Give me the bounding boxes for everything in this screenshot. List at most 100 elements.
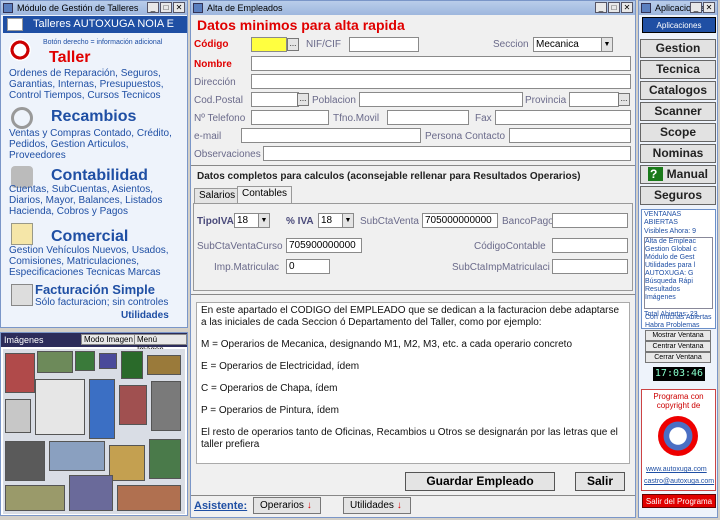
provincia-lookup-button[interactable]: ... xyxy=(618,93,630,106)
ventana-item[interactable]: Gestion Global c xyxy=(645,246,712,254)
salir-programa-button[interactable]: Salir del Programa xyxy=(642,494,716,508)
app-button-manual[interactable]: ? Manual xyxy=(640,165,716,184)
app-button-gestion[interactable]: Gestion xyxy=(640,39,716,58)
tfno-movil-field[interactable] xyxy=(387,110,469,125)
ventana-item[interactable]: Alta de Empleac xyxy=(645,238,712,246)
tipo-iva-label: TipoIVA xyxy=(197,216,234,227)
observaciones-field[interactable] xyxy=(263,146,631,161)
app-button-label: Seguros xyxy=(653,188,702,202)
ventana-item[interactable]: Módulo de Gest xyxy=(645,254,712,262)
app-button-catalogos[interactable]: Catalogos xyxy=(640,81,716,100)
close-button[interactable]: ✕ xyxy=(621,2,633,13)
pct-iva-select[interactable]: 18 ▼ xyxy=(318,213,354,228)
tipo-iva-select[interactable]: 18 ▼ xyxy=(234,213,270,228)
minimize-button[interactable]: _ xyxy=(147,2,159,13)
operarios-button[interactable]: Operarios ↓ xyxy=(253,497,321,514)
seccion-select[interactable]: Mecanica ▼ xyxy=(533,37,613,52)
cerrar-ventana-button[interactable]: Cerrar Ventana xyxy=(645,352,711,363)
ventana-item[interactable]: Búsqueda Rápi xyxy=(645,278,712,286)
mostrar-ventana-button[interactable]: Mostrar Ventana xyxy=(645,330,711,341)
app-button-scope[interactable]: Scope xyxy=(640,123,716,142)
fax-label: Fax xyxy=(475,113,492,124)
telefono-field[interactable] xyxy=(251,110,329,125)
utilidades-button[interactable]: Utilidades ↓ xyxy=(343,497,411,514)
section-taller-text[interactable]: Ordenes de Reparación, Seguros, Garantia… xyxy=(9,68,187,101)
section-contabilidad-title[interactable]: Contabilidad xyxy=(51,167,148,185)
seccion-label: Seccion xyxy=(493,39,529,50)
email-label: e-mail xyxy=(194,131,222,142)
nif-field[interactable] xyxy=(349,37,419,52)
close-button[interactable]: ✕ xyxy=(173,2,185,13)
close-button[interactable]: ✕ xyxy=(703,2,715,13)
persona-contacto-field[interactable] xyxy=(509,128,631,143)
ventana-item[interactable]: Resultados xyxy=(645,286,712,294)
app-button-label: Scanner xyxy=(654,104,702,118)
banco-pago-field[interactable] xyxy=(552,213,628,228)
app-button-scanner[interactable]: Scanner xyxy=(640,102,716,121)
tab-salarios[interactable]: Salarios xyxy=(194,188,241,203)
app-icon xyxy=(641,3,651,13)
codigo-contable-field[interactable] xyxy=(552,238,628,253)
menu-imagen-button[interactable]: Menú Imágen xyxy=(134,334,187,354)
centrar-ventana-button[interactable]: Centrar Ventana xyxy=(645,341,711,352)
section-comercial-title[interactable]: Comercial xyxy=(51,228,128,246)
taller-selector[interactable]: Talleres AUTOXUGA NOIA E xyxy=(3,16,187,33)
ventana-item[interactable]: AUTOXUGA: G xyxy=(645,270,712,278)
section-facturacion-text[interactable]: Sólo facturacion; sin controles xyxy=(35,297,168,308)
app-button-nominas[interactable]: Nominas xyxy=(640,144,716,163)
subcta-venta-curso-field[interactable]: 705900000000 xyxy=(286,238,362,253)
codigo-lookup-button[interactable]: ... xyxy=(287,38,299,51)
utilidades-link[interactable]: Utilidades xyxy=(121,310,169,321)
gear-icon xyxy=(11,107,33,129)
provincia-label: Provincia xyxy=(525,95,567,106)
save-employee-button[interactable]: Guardar Empleado xyxy=(405,472,555,491)
subcta-venta-curso-label: SubCtaVentaCurso xyxy=(197,241,283,252)
cod-postal-field[interactable] xyxy=(251,92,299,107)
nombre-field[interactable] xyxy=(251,56,631,71)
ventana-item[interactable]: Utilidades para l xyxy=(645,262,712,270)
section-recambios-title[interactable]: Recambios xyxy=(51,108,136,126)
modo-imagen-button[interactable]: Modo Imagen xyxy=(81,334,136,345)
app-button-label: Tecnica xyxy=(656,62,700,76)
web-link[interactable]: www.autoxuga.com xyxy=(646,466,707,474)
right-titlebar: Aplicaciones _ ✕ xyxy=(639,1,717,15)
cod-postal-lookup-button[interactable]: ... xyxy=(297,93,309,106)
section-recambios-text[interactable]: Ventas y Compras Contado, Crédito, Pedid… xyxy=(9,128,187,161)
subcta-venta-field[interactable]: 705000000000 xyxy=(422,213,498,228)
codigo-field[interactable] xyxy=(251,37,287,52)
clock-icon xyxy=(9,39,31,61)
section-taller-title[interactable]: Taller xyxy=(49,49,91,67)
tab-contables[interactable]: Contables xyxy=(237,186,293,203)
provincia-field[interactable] xyxy=(569,92,619,107)
section-facturacion-title[interactable]: Facturación Simple xyxy=(35,282,155,297)
arrow-down-icon: ↓ xyxy=(306,500,312,511)
thumbnail xyxy=(49,441,105,471)
minimize-button[interactable]: _ xyxy=(595,2,607,13)
email-link[interactable]: castro@autoxuga.com xyxy=(644,478,714,486)
imp-matriculac-field[interactable]: 0 xyxy=(286,259,330,274)
direccion-field[interactable] xyxy=(251,74,631,89)
seccion-value: Mecanica xyxy=(536,39,579,50)
app-button-tecnica[interactable]: Tecnica xyxy=(640,60,716,79)
app-button-seguros[interactable]: Seguros xyxy=(640,186,716,205)
dropdown-icon xyxy=(7,18,23,31)
ventanas-list[interactable]: Alta de Empleac Gestion Global c Módulo de… xyxy=(644,237,713,309)
tipo-iva-value: 18 xyxy=(237,215,249,226)
thumbnail xyxy=(69,475,113,511)
info-text-box[interactable]: En este apartado el CODIGO del EMPLEADO … xyxy=(196,302,630,464)
poblacion-field[interactable] xyxy=(359,92,523,107)
ventana-item[interactable]: Imágenes xyxy=(645,294,712,302)
subcta-imp-matriculaci-field[interactable] xyxy=(552,259,628,274)
thumbnail xyxy=(151,381,181,431)
minimize-button[interactable]: _ xyxy=(690,2,702,13)
email-field[interactable] xyxy=(241,128,421,143)
thumbnail xyxy=(99,353,117,369)
section-comercial-text[interactable]: Gestion Vehículos Nuevos, Usados, Comisi… xyxy=(9,245,187,278)
section-contabilidad-text[interactable]: Cuentas, SubCuentas, Asientos, Diarios, … xyxy=(9,184,187,217)
maximize-button[interactable]: □ xyxy=(160,2,172,13)
document-icon xyxy=(11,223,33,245)
maximize-button[interactable]: □ xyxy=(608,2,620,13)
image-collage[interactable] xyxy=(3,349,185,514)
exit-button[interactable]: Salir xyxy=(575,472,625,491)
fax-field[interactable] xyxy=(495,110,631,125)
